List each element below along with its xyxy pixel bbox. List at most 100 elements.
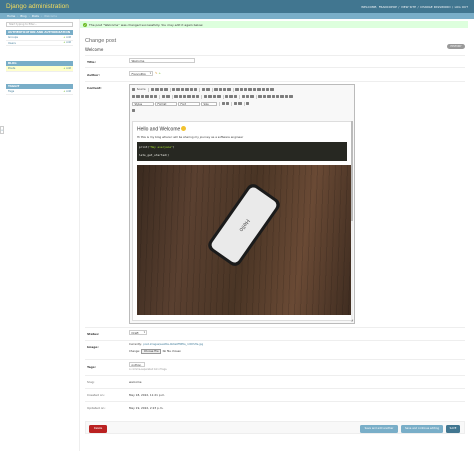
status-select[interactable]: Draft ▾: [129, 330, 147, 335]
sidebar-item-users[interactable]: Users + Add: [6, 41, 73, 46]
anchor-icon[interactable]: [250, 94, 254, 99]
redo-icon[interactable]: [206, 87, 210, 92]
image-button-icon[interactable]: [265, 87, 270, 92]
paste-text-icon[interactable]: [189, 87, 193, 92]
sidebar-item-label[interactable]: Users: [8, 41, 16, 45]
div-icon[interactable]: [196, 94, 200, 99]
save-button[interactable]: SAVE: [446, 425, 460, 433]
select-icon[interactable]: [257, 87, 261, 92]
history-button[interactable]: HISTORY: [447, 44, 465, 49]
sidebar-item-label[interactable]: Tags: [8, 89, 14, 93]
italic-icon[interactable]: [136, 94, 140, 99]
source-button-label[interactable]: Source: [137, 88, 146, 91]
breadcrumb-blog[interactable]: Blog: [20, 14, 26, 18]
sidebar-collapse-toggle[interactable]: «: [0, 126, 4, 134]
indent-icon[interactable]: [187, 94, 191, 99]
subscript-icon[interactable]: [149, 94, 153, 99]
remove-format-icon[interactable]: [166, 94, 170, 99]
source-icon[interactable]: [132, 87, 136, 92]
save-and-add-another-button[interactable]: Save and add another: [360, 425, 398, 433]
logout-link[interactable]: LOG OUT: [455, 5, 468, 9]
align-center-icon[interactable]: [208, 94, 212, 99]
bulleted-list-icon[interactable]: [178, 94, 182, 99]
breadcrumb-posts[interactable]: Posts: [32, 14, 39, 18]
copy-icon[interactable]: [180, 87, 185, 92]
smiley-icon[interactable]: [275, 94, 280, 99]
size-dropdown[interactable]: Size: [201, 101, 217, 106]
delete-button[interactable]: Delete: [89, 425, 107, 433]
maximize-icon[interactable]: [233, 101, 238, 106]
bold-icon[interactable]: [132, 94, 136, 99]
breadcrumb-home[interactable]: Home: [7, 14, 15, 18]
add-users-link[interactable]: + Add: [63, 41, 71, 44]
find-icon[interactable]: [214, 87, 218, 92]
styles-dropdown[interactable]: Styles: [132, 101, 154, 106]
superscript-icon[interactable]: [153, 94, 158, 99]
bidi-rtl-icon[interactable]: [229, 94, 233, 99]
sidebar-item-label[interactable]: Posts: [8, 66, 15, 70]
iframe-icon[interactable]: [289, 94, 293, 99]
underline-icon[interactable]: [140, 94, 145, 99]
templates-icon[interactable]: [172, 87, 176, 92]
change-password-link[interactable]: CHANGE PASSWORD: [420, 5, 450, 9]
outdent-icon[interactable]: [182, 94, 187, 99]
current-image-link[interactable]: post-images/seattle-4b6e0ff9f0a_ro5DSHe.…: [143, 343, 203, 346]
add-tags-link[interactable]: + Add: [63, 90, 71, 93]
spellcheck-icon[interactable]: [227, 87, 231, 92]
format-dropdown[interactable]: Format: [155, 101, 177, 106]
font-dropdown[interactable]: Font: [178, 101, 200, 106]
image-icon[interactable]: [258, 94, 262, 99]
page-break-icon[interactable]: [284, 94, 289, 99]
strike-icon[interactable]: [145, 94, 149, 99]
bidi-ltr-icon[interactable]: [225, 94, 229, 99]
editor-content-area[interactable]: Hello and Welcome Hi this is my blog whe…: [132, 121, 352, 321]
align-right-icon[interactable]: [212, 94, 217, 99]
paste-word-icon[interactable]: [194, 87, 198, 92]
tags-input[interactable]: python: [129, 362, 145, 367]
save-icon[interactable]: [150, 87, 155, 92]
preview-icon[interactable]: [159, 87, 164, 92]
horizontal-rule-icon[interactable]: [271, 94, 275, 99]
scrollbar-thumb[interactable]: [351, 121, 353, 221]
code-snippet-icon[interactable]: [132, 108, 136, 113]
checkbox-icon[interactable]: [239, 87, 244, 92]
button-icon[interactable]: [261, 87, 265, 92]
special-char-icon[interactable]: [280, 94, 284, 99]
sidebar-item-tags[interactable]: Tags + Add: [6, 89, 73, 95]
show-blocks-icon[interactable]: [238, 101, 242, 106]
table-icon[interactable]: [267, 94, 271, 99]
align-left-icon[interactable]: [203, 94, 208, 99]
unlink-icon[interactable]: [246, 94, 250, 99]
choose-file-button[interactable]: Choose File: [141, 349, 162, 354]
resize-handle-icon[interactable]: ◢: [351, 318, 353, 322]
about-icon[interactable]: [246, 101, 250, 106]
nav-filter-input[interactable]: Start typing to filter…: [6, 22, 73, 27]
print-icon[interactable]: [164, 87, 168, 92]
cut-icon[interactable]: [176, 87, 180, 92]
title-input[interactable]: Welcome: [129, 58, 195, 63]
paste-icon[interactable]: [185, 87, 189, 92]
view-site-link[interactable]: VIEW SITE: [401, 5, 416, 9]
add-related-icon[interactable]: +: [158, 71, 161, 75]
radio-icon[interactable]: [244, 87, 248, 92]
flash-icon[interactable]: [262, 94, 267, 99]
align-justify-icon[interactable]: [217, 94, 221, 99]
replace-icon[interactable]: [218, 87, 222, 92]
sidebar-item-posts[interactable]: Posts + Add: [6, 66, 73, 72]
text-color-icon[interactable]: [221, 101, 225, 106]
copy-format-icon[interactable]: [161, 94, 166, 99]
numbered-list-icon[interactable]: [174, 94, 178, 99]
add-posts-link[interactable]: + Add: [63, 67, 71, 70]
link-icon[interactable]: [241, 94, 246, 99]
bg-color-icon[interactable]: [225, 101, 230, 106]
site-brand[interactable]: Django administration: [6, 3, 69, 10]
blockquote-icon[interactable]: [191, 94, 196, 99]
add-groups-link[interactable]: + Add: [63, 36, 71, 39]
hidden-field-icon[interactable]: [270, 87, 274, 92]
sidebar-item-label[interactable]: Groups: [8, 35, 18, 39]
save-and-continue-button[interactable]: Save and continue editing: [401, 425, 443, 433]
new-page-icon[interactable]: [155, 87, 159, 92]
author-select[interactable]: FrancoPop ▾: [129, 71, 153, 76]
language-icon[interactable]: [233, 94, 238, 99]
undo-icon[interactable]: [201, 87, 206, 92]
